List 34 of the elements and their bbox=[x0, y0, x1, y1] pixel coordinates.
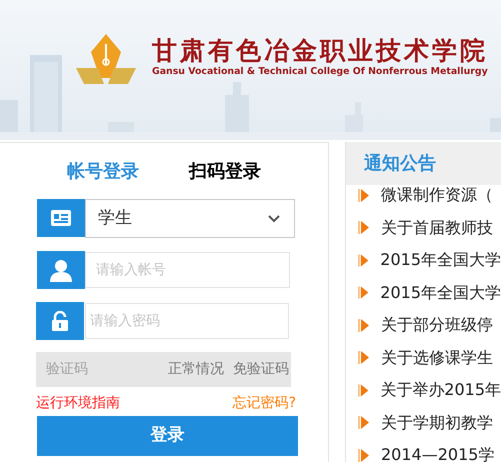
user-icon bbox=[37, 251, 85, 289]
college-subtitle: Gansu Vocational & Technical College Of Nonferrous Metallurgy bbox=[152, 66, 488, 78]
notice-link[interactable]: 关于选修课学生 bbox=[381, 346, 493, 370]
notice-link[interactable]: 2015年全国大学 bbox=[380, 248, 501, 272]
login-button[interactable]: 登录 bbox=[37, 416, 298, 456]
role-select[interactable]: 学生 bbox=[85, 199, 295, 238]
triangle-bullet-icon bbox=[358, 254, 368, 267]
id-card-icon bbox=[37, 199, 85, 237]
notices-title: 通知公告 bbox=[364, 152, 436, 176]
environment-guide-link[interactable]: 运行环境指南 bbox=[36, 392, 120, 414]
notice-link[interactable]: 关于举办2015年 bbox=[380, 378, 501, 402]
triangle-bullet-icon bbox=[358, 318, 369, 332]
triangle-bullet-icon bbox=[358, 351, 369, 364]
triangle-bullet-icon bbox=[358, 286, 368, 300]
login-tab[interactable]: 扫码登录 bbox=[189, 158, 261, 184]
triangle-bullet-icon bbox=[358, 448, 369, 462]
notice-link[interactable]: 2015年全国大学 bbox=[380, 280, 501, 305]
account-field[interactable]: 请输入帐号 bbox=[85, 252, 290, 288]
lock-icon bbox=[36, 302, 84, 340]
captcha-field[interactable]: 验证码 bbox=[46, 359, 146, 380]
triangle-bullet-icon bbox=[358, 188, 369, 202]
notice-link[interactable]: 关于首届教师技 bbox=[381, 216, 493, 240]
captcha-note: 正常情况 免验证码 bbox=[168, 360, 289, 379]
triangle-bullet-icon bbox=[358, 416, 369, 430]
notice-link[interactable]: 关于学期初教学 bbox=[381, 410, 493, 435]
password-field[interactable]: 请输入密码 bbox=[85, 303, 289, 339]
notice-link[interactable]: 关于部分班级停 bbox=[381, 313, 493, 338]
logo-icon bbox=[76, 34, 136, 86]
triangle-bullet-icon bbox=[358, 221, 369, 234]
triangle-bullet-icon bbox=[358, 384, 368, 397]
notice-link[interactable]: 微课制作资源（ bbox=[381, 183, 493, 208]
college-title: 甘肃有色冶金职业技术学院 bbox=[152, 36, 488, 66]
notice-link[interactable]: 2014—2015学 bbox=[381, 443, 494, 462]
chevron-down-icon bbox=[268, 214, 280, 222]
